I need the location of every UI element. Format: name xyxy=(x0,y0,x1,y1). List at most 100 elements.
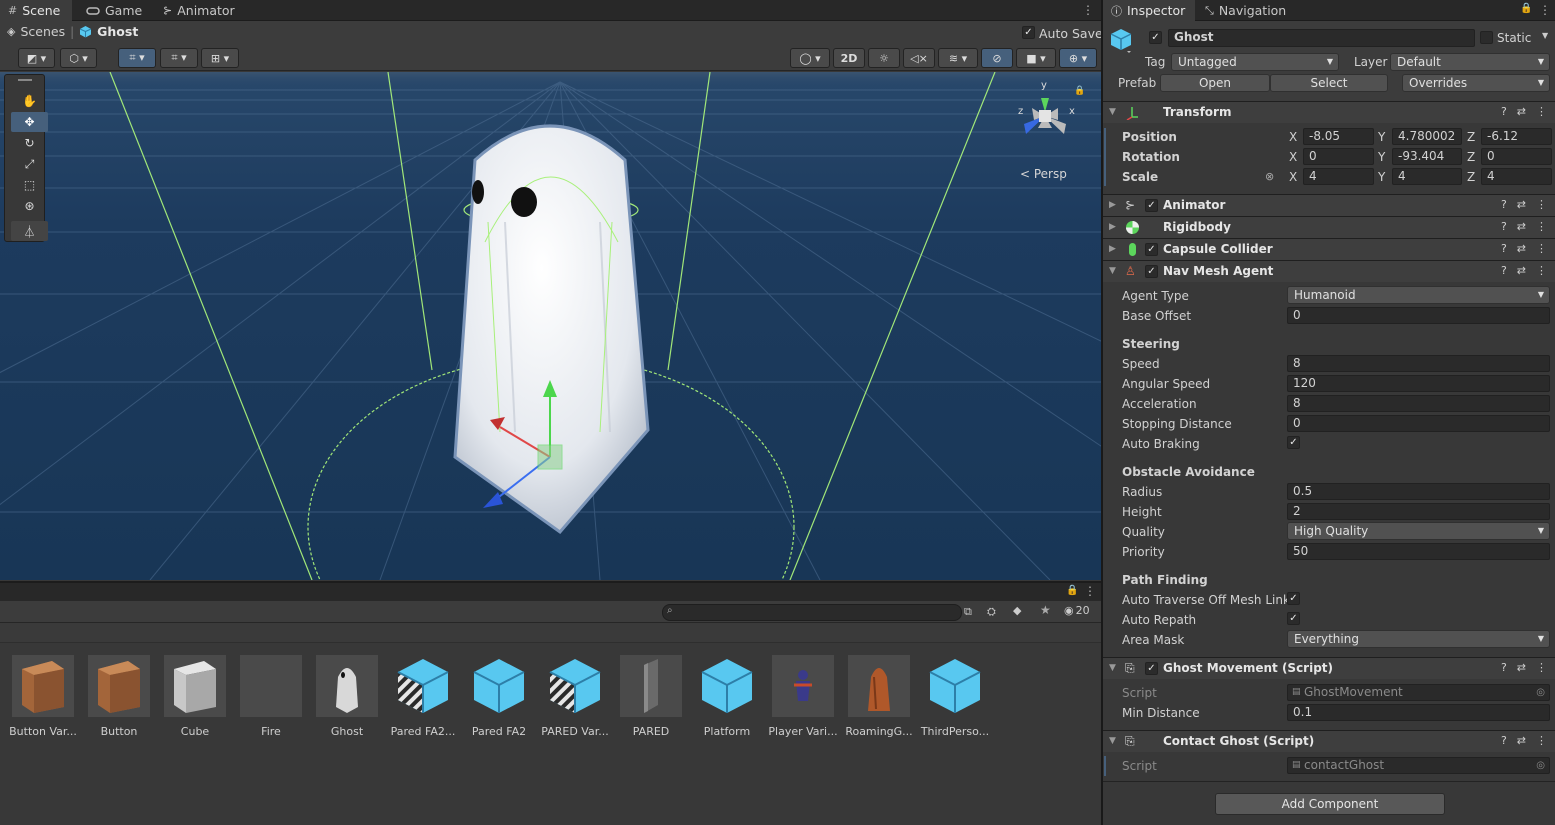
animator-header[interactable]: ▶ ⊱ ✓ Animator ? ⇄ ⋮ xyxy=(1103,194,1555,216)
quality-dropdown[interactable]: High Quality ▼ xyxy=(1287,522,1550,540)
position-y-field[interactable]: 4.780002 xyxy=(1392,128,1462,145)
search-input[interactable]: ⌕ xyxy=(662,604,962,621)
camera-dropdown[interactable]: ■ ▾ xyxy=(1016,48,1056,68)
asset-item[interactable]: Ghost xyxy=(309,655,385,738)
preset-icon[interactable]: ⇄ xyxy=(1517,264,1526,277)
scale-y-axis-label[interactable]: Y xyxy=(1378,170,1385,184)
object-name-field[interactable]: Ghost xyxy=(1168,29,1475,47)
hand-tool[interactable]: ✋ xyxy=(11,91,48,111)
search-by-type-icon[interactable]: ⧉ xyxy=(964,605,972,619)
scale-z-axis-label[interactable]: Z xyxy=(1467,170,1475,184)
render-mode-dropdown[interactable]: ⬡ ▾ xyxy=(60,48,97,68)
static-checkbox[interactable] xyxy=(1480,31,1493,44)
shading-dropdown[interactable]: ◯ ▾ xyxy=(790,48,830,68)
rotation-y-axis-label[interactable]: Y xyxy=(1378,150,1385,164)
navmesh-enabled-checkbox[interactable]: ✓ xyxy=(1145,265,1158,278)
asset-item[interactable]: Button xyxy=(81,655,157,738)
position-z-axis-label[interactable]: Z xyxy=(1467,130,1475,144)
move-tool[interactable]: ✥ xyxy=(11,112,48,132)
asset-item[interactable]: ThirdPerso... xyxy=(917,655,993,738)
scale-y-field[interactable]: 4 xyxy=(1392,168,1462,185)
acceleration-field[interactable]: 8 xyxy=(1287,395,1550,412)
preset-icon[interactable]: ⇄ xyxy=(1517,661,1526,674)
transform-header[interactable]: ▼ Transform ? ⇄ ⋮ xyxy=(1103,101,1555,123)
context-menu-icon[interactable]: ⋮ xyxy=(1536,198,1547,211)
lighting-toggle[interactable]: ☼ xyxy=(868,48,900,68)
scale-x-field[interactable]: 4 xyxy=(1303,168,1374,185)
hidden-objects-toggle[interactable]: ⊘ xyxy=(981,48,1013,68)
min-distance-field[interactable]: 0.1 xyxy=(1287,704,1550,721)
capsule-collider-header[interactable]: ▶ ✓ Capsule Collider ? ⇄ ⋮ xyxy=(1103,238,1555,260)
position-y-axis-label[interactable]: Y xyxy=(1378,130,1385,144)
breadcrumb-scenes[interactable]: Scenes xyxy=(20,24,65,39)
tab-menu-icon[interactable]: ⋮ xyxy=(1082,3,1094,17)
prefab-overrides-dropdown[interactable]: Overrides ▼ xyxy=(1402,74,1550,92)
palette-handle[interactable] xyxy=(18,79,32,81)
animator-enabled-checkbox[interactable]: ✓ xyxy=(1145,199,1158,212)
help-icon[interactable]: ? xyxy=(1501,105,1507,118)
custom-tool[interactable]: ⏃ xyxy=(11,221,48,241)
position-z-field[interactable]: -6.12 xyxy=(1481,128,1552,145)
scale-z-field[interactable]: 4 xyxy=(1481,168,1552,185)
ghost-movement-enabled-checkbox[interactable]: ✓ xyxy=(1145,662,1158,675)
gizmos-dropdown[interactable]: ⊕ ▾ xyxy=(1059,48,1097,68)
preset-icon[interactable]: ⇄ xyxy=(1517,105,1526,118)
asset-item[interactable]: Pared FA2... xyxy=(385,655,461,738)
object-active-checkbox[interactable]: ✓ xyxy=(1149,31,1162,44)
area-mask-dropdown[interactable]: Everything ▼ xyxy=(1287,630,1550,648)
asset-item[interactable]: RoamingG... xyxy=(841,655,917,738)
tag-dropdown[interactable]: Untagged ▼ xyxy=(1171,53,1339,71)
asset-item[interactable]: Cube xyxy=(157,655,233,738)
grid-visibility-toggle[interactable]: ⊞ ▾ xyxy=(201,48,239,68)
contact-ghost-header[interactable]: ▼ ⎘ Contact Ghost (Script) ? ⇄ ⋮ xyxy=(1103,730,1555,752)
asset-item[interactable]: Fire xyxy=(233,655,309,738)
help-icon[interactable]: ? xyxy=(1501,661,1507,674)
project-menu-icon[interactable]: ⋮ xyxy=(1084,584,1096,598)
preset-icon[interactable]: ⇄ xyxy=(1517,198,1526,211)
context-menu-icon[interactable]: ⋮ xyxy=(1536,734,1547,747)
constrain-proportions-icon[interactable]: ⊗ xyxy=(1265,170,1274,183)
speed-field[interactable]: 8 xyxy=(1287,355,1550,372)
auto-repath-checkbox[interactable]: ✓ xyxy=(1287,612,1300,625)
angular-speed-field[interactable]: 120 xyxy=(1287,375,1550,392)
preset-icon[interactable]: ⇄ xyxy=(1517,220,1526,233)
rotate-tool[interactable]: ↻ xyxy=(11,133,48,153)
stopping-distance-field[interactable]: 0 xyxy=(1287,415,1550,432)
effects-dropdown[interactable]: ≋ ▾ xyxy=(938,48,978,68)
preset-icon[interactable]: ⇄ xyxy=(1517,734,1526,747)
autosave-checkbox[interactable]: ✓ xyxy=(1022,26,1035,39)
agent-type-dropdown[interactable]: Humanoid ▼ xyxy=(1287,286,1550,304)
position-x-axis-label[interactable]: X xyxy=(1289,130,1297,144)
draw-mode-dropdown[interactable]: ◩ ▾ xyxy=(18,48,55,68)
position-x-field[interactable]: -8.05 xyxy=(1303,128,1374,145)
asset-item[interactable]: PARED xyxy=(613,655,689,738)
tab-game[interactable]: Game xyxy=(78,0,150,21)
auto-braking-checkbox[interactable]: ✓ xyxy=(1287,436,1300,449)
inspector-lock-icon[interactable]: 🔒 xyxy=(1520,3,1532,14)
asset-item[interactable]: Player Vari... xyxy=(765,655,841,738)
tab-inspector[interactable]: ⓘ Inspector xyxy=(1103,0,1195,21)
rotation-x-axis-label[interactable]: X xyxy=(1289,150,1297,164)
rect-tool[interactable]: ⬚ xyxy=(11,175,48,195)
tab-animator[interactable]: ⊱ Animator xyxy=(155,0,243,21)
help-icon[interactable]: ? xyxy=(1501,242,1507,255)
orientation-gizmo[interactable]: y z x xyxy=(1012,80,1082,150)
audio-toggle[interactable]: ◁× xyxy=(903,48,935,68)
gizmo-lock-icon[interactable]: 🔒 xyxy=(1074,86,1085,96)
auto-traverse-checkbox[interactable]: ✓ xyxy=(1287,592,1300,605)
static-dropdown-arrow-icon[interactable]: ▼ xyxy=(1542,31,1548,40)
context-menu-icon[interactable]: ⋮ xyxy=(1536,220,1547,233)
help-icon[interactable]: ? xyxy=(1501,264,1507,277)
project-lock-icon[interactable]: 🔒 xyxy=(1066,585,1078,596)
prefab-open-button[interactable]: Open xyxy=(1160,74,1270,92)
grid-snap-toggle[interactable]: ⌗ ▾ xyxy=(118,48,156,68)
help-icon[interactable]: ? xyxy=(1501,734,1507,747)
mode-2d-toggle[interactable]: 2D xyxy=(833,48,865,68)
help-icon[interactable]: ? xyxy=(1501,198,1507,211)
asset-item[interactable]: Button Var... xyxy=(5,655,81,738)
capsule-enabled-checkbox[interactable]: ✓ xyxy=(1145,243,1158,256)
rotation-x-field[interactable]: 0 xyxy=(1303,148,1374,165)
asset-item[interactable]: Platform xyxy=(689,655,765,738)
persp-label[interactable]: < Persp xyxy=(1020,167,1067,181)
preset-icon[interactable]: ⇄ xyxy=(1517,242,1526,255)
